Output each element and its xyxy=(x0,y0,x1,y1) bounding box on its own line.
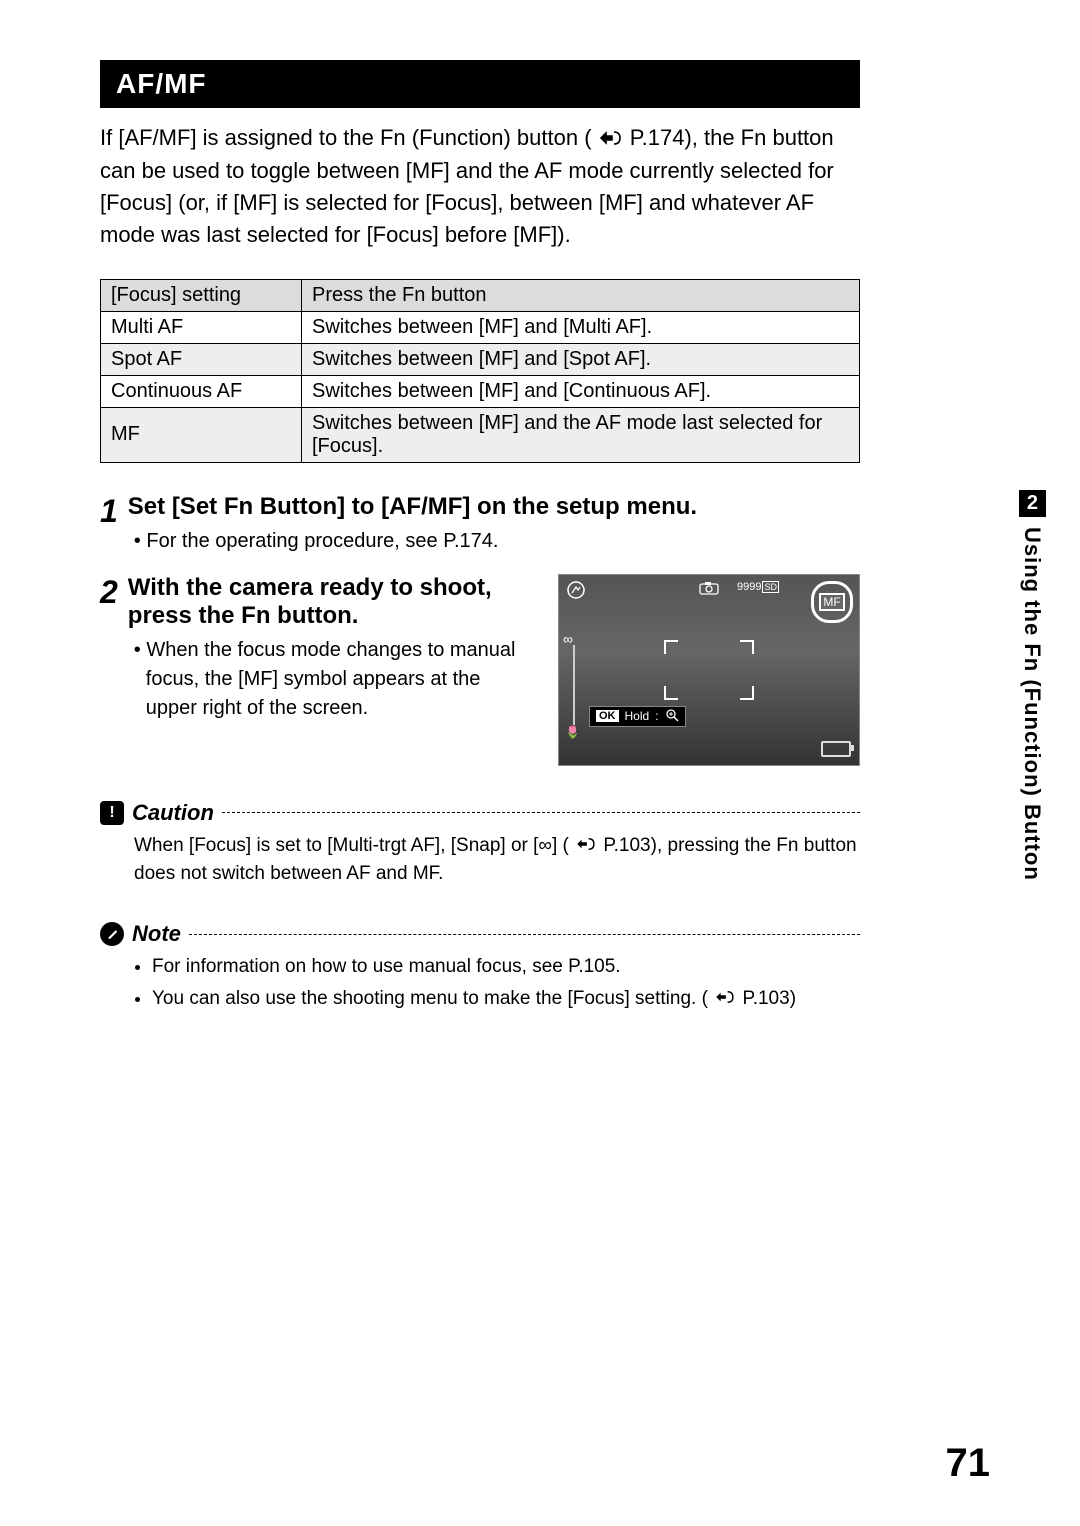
chapter-number: 2 xyxy=(1019,490,1046,517)
infinity-icon: ∞ xyxy=(563,631,573,647)
table-row: Multi AF Switches between [MF] and [Mult… xyxy=(101,311,860,343)
step-1: 1 Set [Set Fn Button] to [AF/MF] on the … xyxy=(100,493,860,556)
dash-line xyxy=(189,934,860,935)
cell-focus: Continuous AF xyxy=(101,375,302,407)
note-page-ref: P.103 xyxy=(742,988,789,1009)
note-title: Note xyxy=(132,921,181,947)
handshake-icon xyxy=(567,581,585,602)
camera-icon xyxy=(699,581,719,598)
note-text-a: You can also use the shooting menu to ma… xyxy=(152,988,708,1009)
shots-remaining: 9999SD xyxy=(737,581,779,593)
mf-label: MF xyxy=(819,593,844,611)
table-row: MF Switches between [MF] and the AF mode… xyxy=(101,407,860,462)
step-bullet-text: When the focus mode changes to manual fo… xyxy=(146,639,516,719)
section-title: AF/MF xyxy=(100,60,860,108)
pointer-icon xyxy=(576,832,596,860)
magnify-icon xyxy=(665,708,679,725)
intro-paragraph: If [AF/MF] is assigned to the Fn (Functi… xyxy=(100,122,860,251)
caution-body: When [Focus] is set to [Multi-trgt AF], … xyxy=(100,832,860,887)
caution-title: Caution xyxy=(132,800,214,826)
step-bullet: • For the operating procedure, see P.174… xyxy=(128,527,860,556)
ok-hold-bar: OK Hold : xyxy=(589,706,686,727)
note-body: For information on how to use manual foc… xyxy=(100,953,860,1012)
count-value: 9999 xyxy=(737,581,761,593)
step-number: 2 xyxy=(100,576,118,608)
intro-page-ref: P.174 xyxy=(630,125,685,150)
cell-action: Switches between [MF] and [Spot AF]. xyxy=(302,343,860,375)
note-block: Note For information on how to use manua… xyxy=(100,921,860,1012)
battery-icon xyxy=(821,741,851,757)
chapter-label: Using the Fn (Function) Button xyxy=(1019,527,1045,881)
intro-text-a: If [AF/MF] is assigned to the Fn (Functi… xyxy=(100,125,592,150)
mf-indicator: MF xyxy=(805,581,853,617)
caution-text-a: When [Focus] is set to [Multi-trgt AF], … xyxy=(134,835,569,856)
sd-icon: SD xyxy=(762,581,779,593)
cell-focus: Multi AF xyxy=(101,311,302,343)
table-header-row: [Focus] setting Press the Fn button xyxy=(101,279,860,311)
ok-label: OK xyxy=(596,710,619,722)
page-number: 71 xyxy=(946,1441,991,1486)
table-row: Continuous AF Switches between [MF] and … xyxy=(101,375,860,407)
note-text-b: ) xyxy=(790,988,796,1009)
caution-block: ! Caution When [Focus] is set to [Multi-… xyxy=(100,800,860,887)
step-heading: With the camera ready to shoot, press th… xyxy=(128,574,528,630)
step-2: 2 With the camera ready to shoot, press … xyxy=(100,574,860,766)
caution-icon: ! xyxy=(100,801,124,825)
cell-action: Switches between [MF] and [Multi AF]. xyxy=(302,311,860,343)
cell-action: Switches between [MF] and [Continuous AF… xyxy=(302,375,860,407)
step-number: 1 xyxy=(100,495,118,527)
side-chapter-tab: 2 Using the Fn (Function) Button xyxy=(1019,490,1046,881)
dash-line xyxy=(222,812,860,813)
pointer-icon xyxy=(715,985,735,1013)
step-heading: Set [Set Fn Button] to [AF/MF] on the se… xyxy=(128,493,860,521)
caution-page-ref: P.103 xyxy=(603,835,650,856)
table-header-focus: [Focus] setting xyxy=(101,279,302,311)
pointer-icon xyxy=(600,123,622,155)
table-row: Spot AF Switches between [MF] and [Spot … xyxy=(101,343,860,375)
step-bullet-text: For the operating procedure, see P.174. xyxy=(146,530,498,552)
manual-page: AF/MF If [AF/MF] is assigned to the Fn (… xyxy=(0,0,1080,1526)
macro-icon: 🌷 xyxy=(565,725,580,739)
note-item: For information on how to use manual foc… xyxy=(152,953,860,981)
hold-label: Hold xyxy=(625,709,650,723)
step-bullet: • When the focus mode changes to manual … xyxy=(128,636,528,723)
arrow-icon: : xyxy=(655,709,658,723)
camera-lcd-preview: 9999SD MF ∞ 🌷 xyxy=(558,574,860,766)
note-item: You can also use the shooting menu to ma… xyxy=(152,985,860,1013)
note-icon xyxy=(100,922,124,946)
focus-distance-scale: ∞ 🌷 xyxy=(567,645,581,725)
focus-settings-table: [Focus] setting Press the Fn button Mult… xyxy=(100,279,860,463)
table-header-action: Press the Fn button xyxy=(302,279,860,311)
cell-focus: MF xyxy=(101,407,302,462)
cell-action: Switches between [MF] and the AF mode la… xyxy=(302,407,860,462)
af-frame xyxy=(664,640,754,700)
cell-focus: Spot AF xyxy=(101,343,302,375)
